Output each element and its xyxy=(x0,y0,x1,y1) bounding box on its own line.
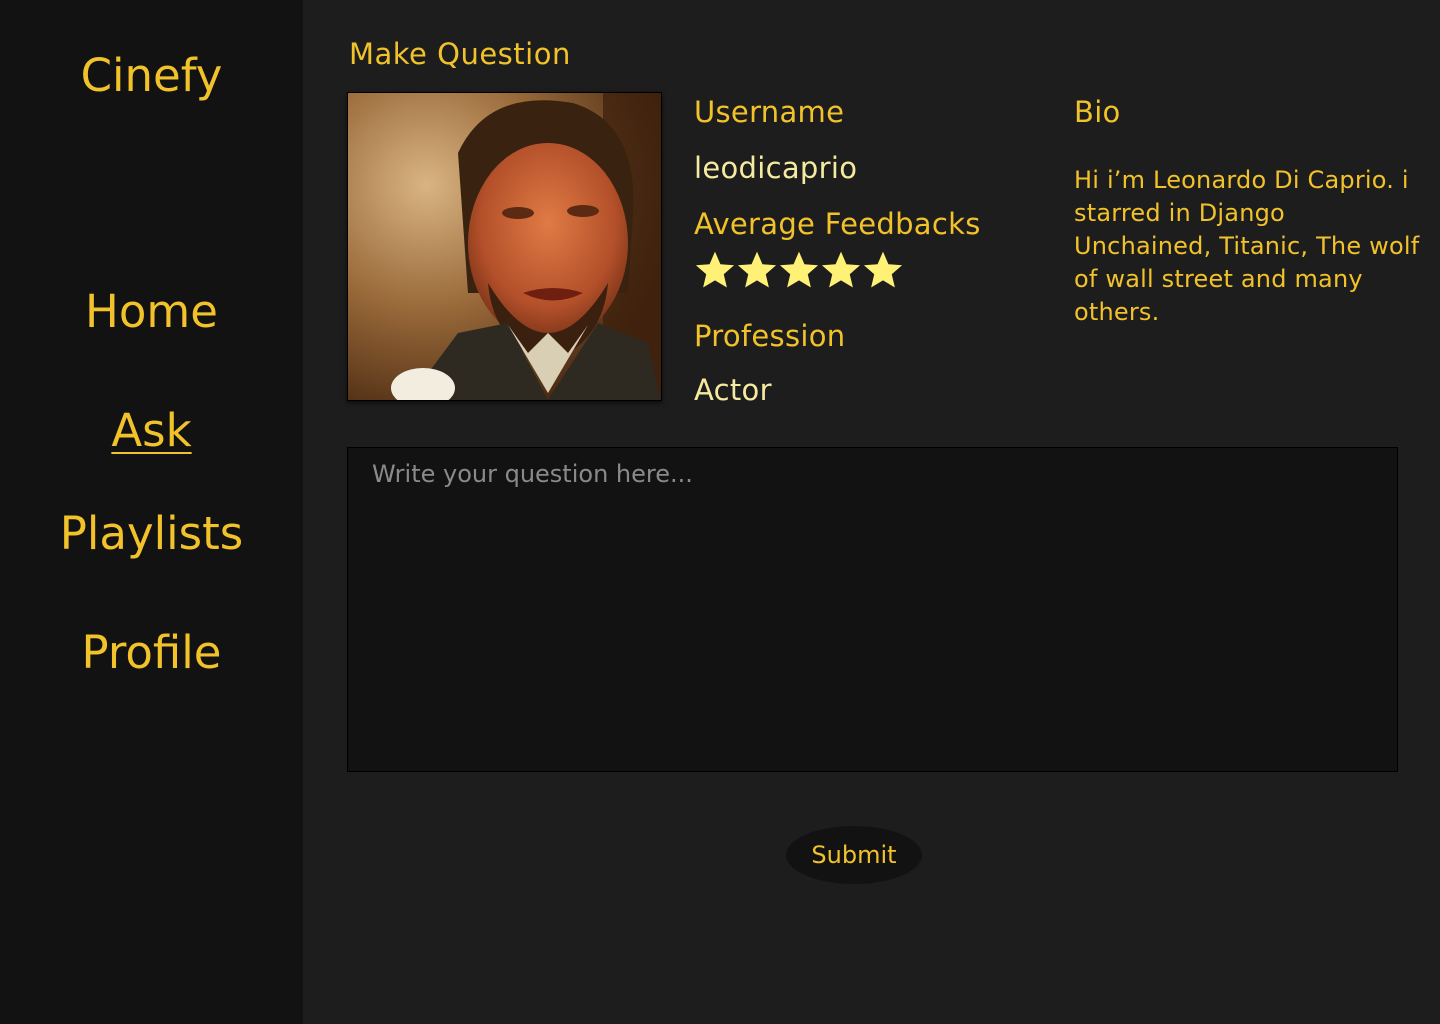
submit-button[interactable]: Submit xyxy=(786,826,922,884)
average-feedbacks-label: Average Feedbacks xyxy=(694,207,981,241)
username-value: leodicaprio xyxy=(694,151,858,185)
app: Cinefy Home Ask Playlists Profile Make Q… xyxy=(0,0,1440,1024)
profile-photo-icon xyxy=(347,92,662,401)
star-icon xyxy=(863,251,903,288)
sidebar-item-playlists[interactable]: Playlists xyxy=(0,506,303,562)
username-label: Username xyxy=(694,95,845,129)
rating-stars xyxy=(694,248,904,292)
bio-label: Bio xyxy=(1074,95,1121,129)
sidebar-item-home[interactable]: Home xyxy=(0,284,303,340)
sidebar: Cinefy Home Ask Playlists Profile xyxy=(0,0,303,1024)
star-icon xyxy=(737,251,777,288)
star-icon xyxy=(695,251,735,288)
star-icon xyxy=(779,251,819,288)
sidebar-item-profile[interactable]: Profile xyxy=(0,625,303,681)
bio-text: Hi i’m Leonardo Di Caprio. i starred in … xyxy=(1074,166,1420,326)
page-title: Make Question xyxy=(349,37,571,71)
brand-logo[interactable]: Cinefy xyxy=(0,48,303,104)
profession-label: Profession xyxy=(694,319,846,353)
question-input[interactable] xyxy=(347,447,1398,772)
sidebar-item-ask[interactable]: Ask xyxy=(0,403,303,459)
star-icon xyxy=(821,251,861,288)
profession-value: Actor xyxy=(694,373,772,407)
